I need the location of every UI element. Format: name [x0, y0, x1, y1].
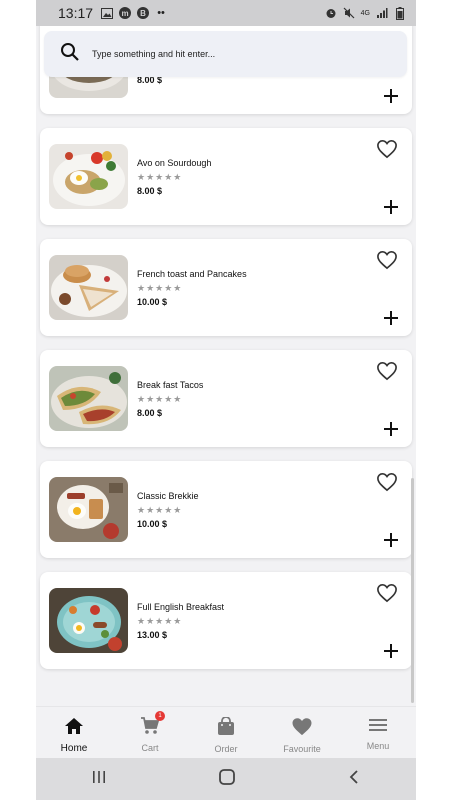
food-image: [49, 366, 128, 431]
back-icon[interactable]: [347, 769, 361, 790]
rating-stars: ★★★★★: [137, 616, 183, 626]
cart-badge: 1: [155, 711, 165, 721]
add-to-cart-button[interactable]: [382, 420, 400, 438]
food-name: French toast and Pancakes: [137, 269, 247, 279]
nav-favourite[interactable]: Favourite: [264, 707, 340, 758]
food-price: 10.00 $: [137, 519, 168, 529]
rating-stars: ★★★★★: [137, 505, 183, 515]
add-to-cart-button[interactable]: [382, 531, 400, 549]
mute-icon: [343, 7, 355, 19]
food-card[interactable]: French toast and Pancakes ★★★★★ 10.00 $: [40, 239, 412, 336]
nav-cart-label: Cart: [141, 743, 159, 753]
status-notification-icons: m B ••: [101, 7, 167, 19]
nav-order[interactable]: Order: [188, 707, 264, 758]
nav-cart[interactable]: 1 Cart: [112, 707, 188, 758]
network-type-label: 4G: [360, 9, 370, 17]
status-bar: 13:17 m B •• 4G: [36, 0, 416, 26]
favourite-heart-icon[interactable]: [376, 583, 398, 603]
search-icon[interactable]: [60, 42, 80, 67]
food-card[interactable]: Full English Breakfast ★★★★★ 13.00 $: [40, 572, 412, 669]
food-card[interactable]: Classic Brekkie ★★★★★ 10.00 $: [40, 461, 412, 558]
status-system-icons: 4G: [325, 6, 406, 20]
food-name: Full English Breakfast: [137, 602, 225, 612]
favourite-heart-icon[interactable]: [376, 250, 398, 270]
favourite-heart-icon[interactable]: [376, 139, 398, 159]
search-input[interactable]: [92, 49, 372, 59]
food-card[interactable]: Avo on Sourdough ★★★★★ 8.00 $: [40, 128, 412, 225]
add-to-cart-button[interactable]: [382, 198, 400, 216]
signal-icon: [376, 7, 388, 19]
alarm-icon: [325, 7, 337, 19]
food-image: [49, 144, 128, 209]
food-name: Break fast Tacos: [137, 380, 204, 390]
search-bar[interactable]: [44, 31, 407, 77]
food-list[interactable]: ★★★★★ 8.00 $: [36, 26, 416, 706]
heart-icon: [291, 717, 313, 741]
gallery-icon: [101, 7, 114, 19]
favourite-heart-icon[interactable]: [376, 361, 398, 381]
nav-home-label: Home: [60, 743, 88, 754]
food-price: 13.00 $: [137, 630, 168, 640]
food-image: [49, 588, 128, 653]
nav-favourite-label: Favourite: [283, 744, 321, 754]
rating-stars: ★★★★★: [137, 394, 183, 404]
food-card[interactable]: Break fast Tacos ★★★★★ 8.00 $: [40, 350, 412, 447]
food-image: [49, 255, 128, 320]
messenger-icon: m: [119, 7, 132, 19]
nav-home[interactable]: Home: [36, 707, 112, 758]
list-scrollbar[interactable]: [411, 478, 414, 703]
nav-menu-label: Menu: [366, 741, 390, 751]
food-name: Avo on Sourdough: [137, 158, 212, 168]
food-price: 8.00 $: [137, 186, 163, 196]
rating-stars: ★★★★★: [137, 172, 183, 182]
recent-apps-icon[interactable]: [91, 769, 107, 790]
app-screen: 13:17 m B •• 4G 8.00 $ Avo on Sourdough …: [36, 0, 416, 800]
food-price: 10.00 $: [137, 297, 168, 307]
add-to-cart-button[interactable]: [382, 309, 400, 327]
more-notifications-icon: ••: [157, 7, 165, 19]
rating-stars: ★★★★★: [137, 283, 183, 293]
system-navigation-bar: [36, 758, 416, 800]
home-icon: [64, 717, 84, 740]
bixby-icon: B: [137, 7, 150, 19]
food-name: Classic Brekkie: [137, 491, 199, 501]
add-to-cart-button[interactable]: [382, 642, 400, 660]
bottom-navigation: Home 1 Cart Order Favourite Menu: [36, 706, 416, 758]
food-image: [49, 477, 128, 542]
home-button-icon[interactable]: [218, 768, 236, 791]
favourite-heart-icon[interactable]: [376, 472, 398, 492]
nav-order-label: Order: [214, 744, 238, 754]
add-to-cart-button[interactable]: [382, 87, 400, 105]
battery-icon: [394, 6, 406, 20]
hamburger-menu-icon: [368, 717, 388, 738]
food-price: 8.00 $: [137, 408, 163, 418]
status-time: 13:17: [58, 5, 94, 21]
shopping-bag-icon: [217, 716, 235, 741]
nav-menu[interactable]: Menu: [340, 707, 416, 758]
